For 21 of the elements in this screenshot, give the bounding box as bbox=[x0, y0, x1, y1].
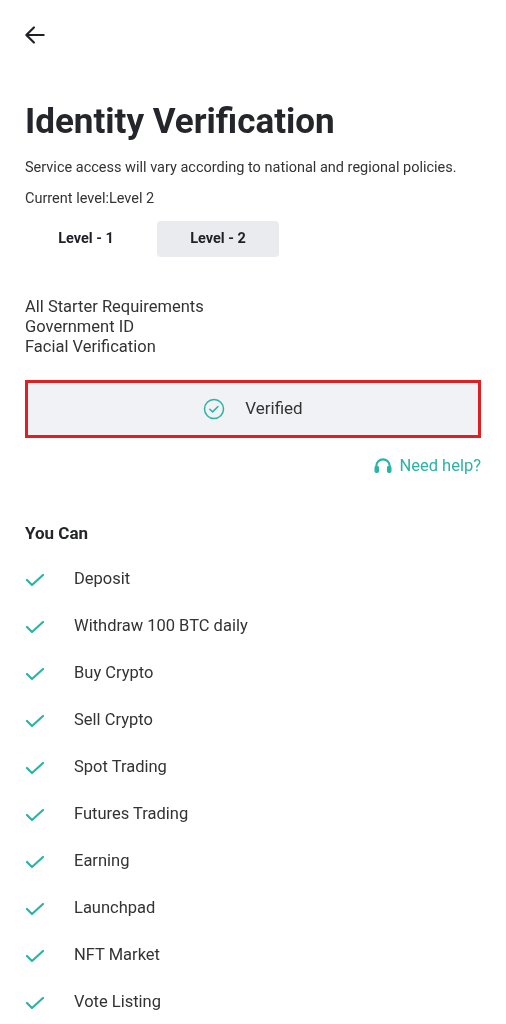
permission-text: Sell Crypto bbox=[74, 709, 153, 732]
permission-text: NFT Market bbox=[74, 944, 160, 967]
level-tab[interactable]: Level - 1 bbox=[25, 221, 147, 257]
permission-text: Launchpad bbox=[74, 897, 156, 920]
requirement-text: Government ID bbox=[25, 317, 135, 337]
permission-text: Futures Trading bbox=[74, 803, 189, 826]
permission-text: Spot Trading bbox=[74, 756, 167, 779]
permission-text: Buy Crypto bbox=[74, 662, 154, 685]
permission-text: Withdraw 100 BTC daily bbox=[74, 615, 248, 638]
requirement-text: All Starter Requirements bbox=[25, 297, 205, 317]
requirement-text: Facial Verification bbox=[25, 337, 157, 357]
permission-text: Vote Listing bbox=[74, 991, 161, 1014]
subtitle: Service access will vary according to national and regional policies. bbox=[25, 158, 458, 178]
page-title: Identity Verification bbox=[25, 100, 336, 144]
permission-text: Deposit bbox=[74, 568, 131, 591]
check-circle-icon bbox=[203, 398, 226, 420]
level-tab[interactable]: Level - 2 bbox=[157, 221, 279, 257]
section-title: You Can bbox=[25, 521, 90, 545]
permission-text: Earning bbox=[74, 850, 130, 873]
verified-label: Verified bbox=[245, 397, 303, 421]
current-level: Current level:Level 2 bbox=[25, 189, 156, 209]
